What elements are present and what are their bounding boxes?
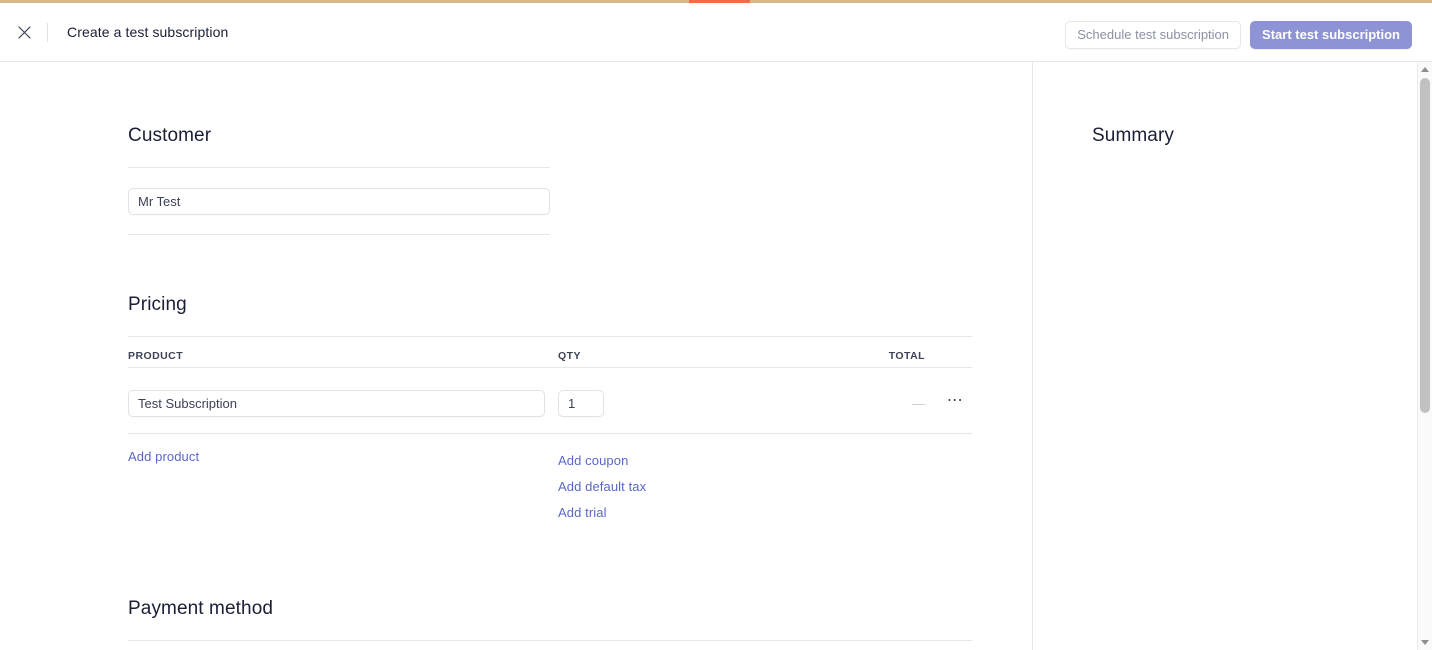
row-total-value: — bbox=[912, 396, 925, 411]
customer-rule-top bbox=[128, 167, 550, 168]
scrollbar-thumb[interactable] bbox=[1420, 78, 1430, 413]
pricing-rule-top bbox=[128, 336, 972, 337]
page-title: Create a test subscription bbox=[67, 24, 229, 40]
add-default-tax-link[interactable]: Add default tax bbox=[558, 479, 646, 494]
chevron-down-icon[interactable] bbox=[1418, 635, 1432, 650]
main-column: Customer Pricing PRODUCT QTY TOTAL — ⋯ A… bbox=[0, 62, 1032, 650]
vertical-scrollbar[interactable] bbox=[1417, 62, 1432, 650]
chevron-up-icon[interactable] bbox=[1418, 62, 1432, 77]
payment-method-section-heading: Payment method bbox=[128, 598, 274, 619]
summary-section-heading: Summary bbox=[1092, 125, 1174, 146]
quantity-input[interactable] bbox=[558, 390, 604, 417]
page-header: Create a test subscription Schedule test… bbox=[0, 3, 1432, 62]
subscription-create-page: TEST DATA Create a test subscription Sch… bbox=[0, 0, 1432, 650]
overflow-menu-icon[interactable]: ⋯ bbox=[943, 390, 967, 417]
customer-section-heading: Customer bbox=[128, 125, 212, 146]
pricing-rule-bottom bbox=[128, 433, 972, 434]
summary-column: Summary bbox=[1033, 62, 1417, 650]
add-product-link[interactable]: Add product bbox=[128, 449, 199, 464]
column-header-product: PRODUCT bbox=[128, 350, 184, 362]
add-trial-link[interactable]: Add trial bbox=[558, 505, 607, 520]
header-divider bbox=[47, 23, 48, 42]
start-test-subscription-button[interactable]: Start test subscription bbox=[1250, 21, 1412, 49]
customer-rule-bottom bbox=[128, 234, 550, 235]
pricing-rule-header bbox=[128, 367, 972, 368]
payment-method-rule-top bbox=[128, 640, 972, 641]
header-actions: Schedule test subscription Start test su… bbox=[1065, 21, 1412, 49]
column-header-total: TOTAL bbox=[888, 350, 925, 362]
product-input[interactable] bbox=[128, 390, 545, 417]
schedule-test-subscription-button[interactable]: Schedule test subscription bbox=[1065, 21, 1242, 49]
add-coupon-link[interactable]: Add coupon bbox=[558, 453, 628, 468]
column-header-qty: QTY bbox=[558, 350, 581, 362]
page-body: Customer Pricing PRODUCT QTY TOTAL — ⋯ A… bbox=[0, 62, 1417, 650]
pricing-section-heading: Pricing bbox=[128, 294, 187, 315]
customer-name-input[interactable] bbox=[128, 188, 550, 215]
close-icon[interactable] bbox=[14, 22, 34, 42]
